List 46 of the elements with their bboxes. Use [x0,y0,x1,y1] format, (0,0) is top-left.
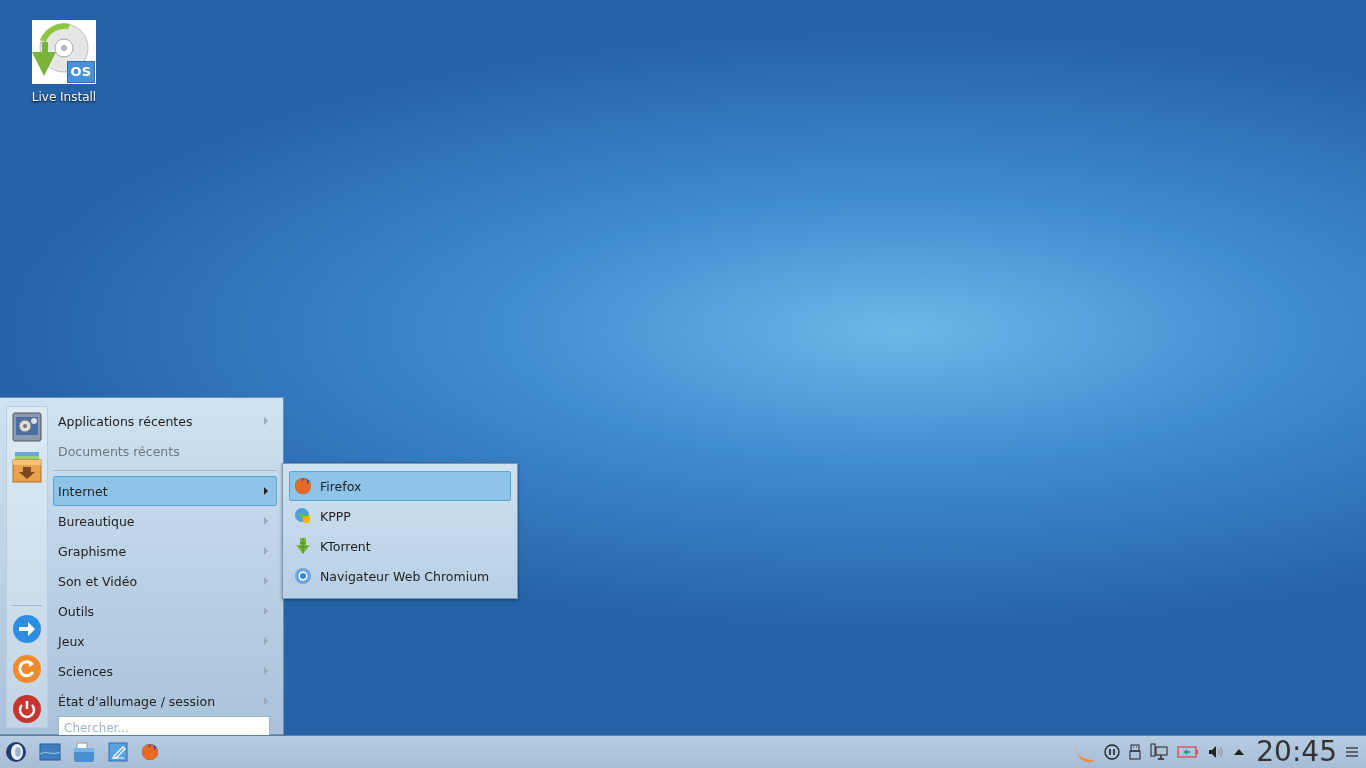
submenu-arrow-icon [264,417,268,425]
search-field[interactable]: Chercher... [58,716,270,735]
arrow-right-icon[interactable] [12,614,42,644]
submenu-arrow-icon [264,607,268,615]
submenu-arrow-icon [264,517,268,525]
desktop-icon[interactable] [39,742,61,762]
battery-icon[interactable] [1177,746,1200,758]
restart-icon[interactable] [12,654,42,684]
start-menu-icon[interactable] [5,741,27,763]
submenu-item[interactable]: Firefox [289,471,511,501]
pause-icon[interactable] [1104,744,1121,760]
submenu-item[interactable]: Navigateur Web Chromium [289,561,511,591]
folder-icon[interactable] [73,741,95,763]
power-icon[interactable] [12,694,42,724]
menu-item[interactable]: Jeux [53,626,277,656]
os-label: OS [66,61,95,83]
clock[interactable]: 20:45 [1256,737,1337,767]
expand-arrow-icon[interactable] [1233,748,1246,756]
submenu-arrow-icon [264,487,268,495]
globe-icon [294,507,312,525]
chromium-icon [294,567,312,585]
submenu-item[interactable]: KPPP [289,501,511,531]
firefox-icon [294,477,312,495]
volume-icon[interactable] [1208,744,1225,760]
firefox-icon[interactable] [141,743,159,761]
submenu-arrow-icon [264,577,268,585]
submenu-item[interactable]: KTorrent [289,531,511,561]
submenu-arrow-icon [264,547,268,555]
package-icon[interactable] [11,450,43,484]
usb-drive-icon[interactable] [1129,744,1142,760]
torrent-icon [294,537,312,555]
submenu-arrow-icon [264,637,268,645]
submenu-arrow-icon [264,697,268,705]
computer-icon[interactable] [1150,743,1169,761]
menu-item[interactable]: Bureautique [53,506,277,536]
menu-item[interactable]: Applications récentes [53,406,277,436]
menu-item[interactable]: État d'allumage / session [53,686,277,716]
editor-icon[interactable] [107,741,129,763]
settings-icon[interactable] [11,410,43,444]
menu-item[interactable]: Graphisme [53,536,277,566]
submenu-arrow-icon [264,667,268,675]
menu-item[interactable]: Outils [53,596,277,626]
menu-item[interactable]: Son et Vidéo [53,566,277,596]
menu-item[interactable]: Sciences [53,656,277,686]
menu-item[interactable]: Internet [53,476,277,506]
menu-icon[interactable] [1346,747,1358,757]
